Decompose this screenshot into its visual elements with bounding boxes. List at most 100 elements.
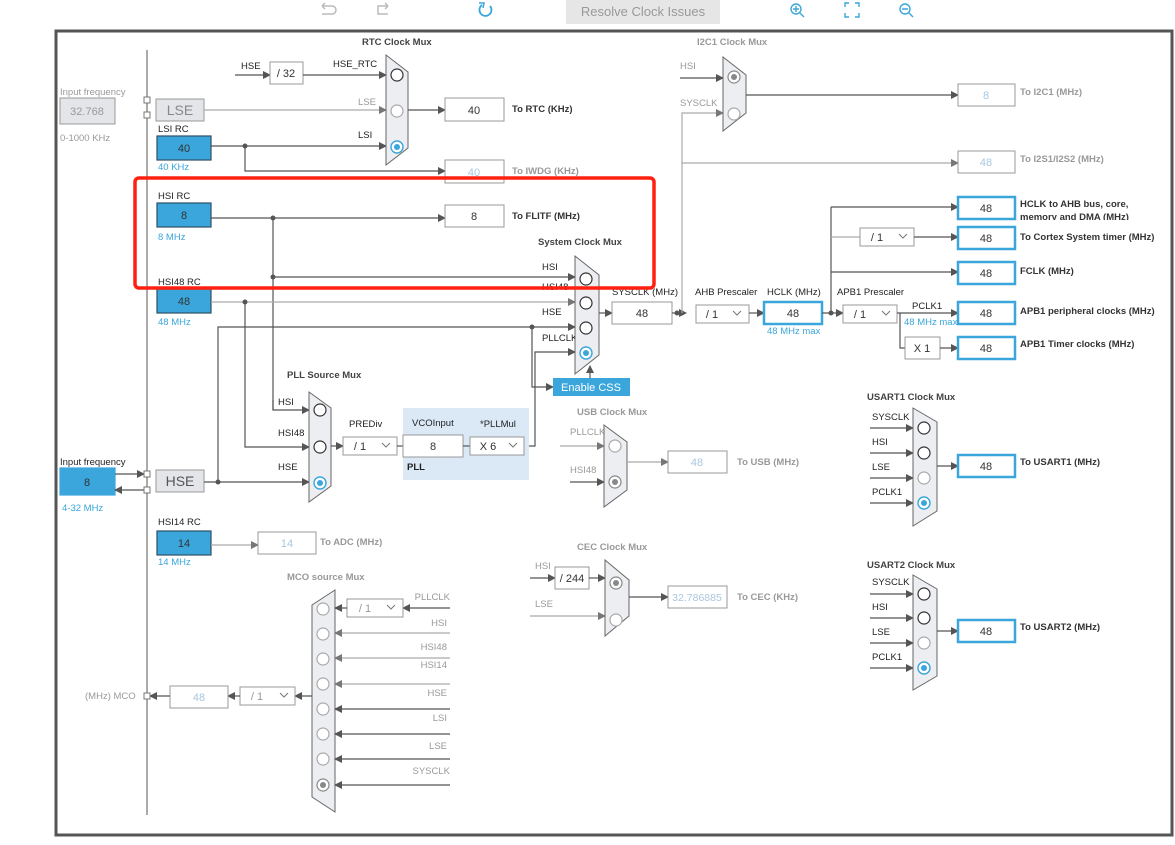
hsi14-unit: 14 MHz [158,557,191,568]
rtc-input-label: LSI [358,130,372,141]
mco-radio-hse[interactable] [316,702,330,716]
mco-input-label: LSI [433,713,447,724]
pll-radio-hsi[interactable] [313,403,327,417]
apb1-peripheral-value: 48 [980,308,992,320]
ahb-prescaler-value: / 1 [706,309,718,321]
redo-icon[interactable] [377,2,389,15]
sys-radio-hsi48[interactable] [579,296,593,310]
mco-pll-div-select[interactable]: / 1 [346,598,404,618]
pllmul-label: *PLLMul [480,419,516,430]
apb1-timer-mult-value: X 1 [914,343,931,355]
cortex-prescaler-value: / 1 [871,232,883,244]
lse-input-label: Input frequency [60,87,126,98]
apb1-peripheral-label: APB1 peripheral clocks (MHz) [1020,306,1155,317]
cortex-label: To Cortex System timer (MHz) [1020,232,1154,243]
i2c1-output-label: To I2C1 (MHz) [1020,87,1082,98]
usart1-radio-hsi[interactable] [917,446,931,460]
pll-input-label: HSE [278,462,298,473]
zoom-in-icon[interactable] [790,3,805,18]
pclk1-max: 48 MHz max [904,317,958,328]
adc-label: To ADC (MHz) [320,537,382,548]
iwdg-output-label: To IWDG (KHz) [512,166,579,177]
pll-source-mux-title: PLL Source Mux [287,370,362,381]
resolve-clock-issues-button[interactable]: Resolve Clock Issues [566,0,720,24]
usb-radio-pllclk[interactable] [608,439,622,453]
mco-radio-lsi[interactable] [316,727,330,741]
ahb-prescaler-select[interactable]: / 1 [695,304,750,324]
i2c1-radio-sysclk[interactable] [727,107,741,121]
rtc-hse-label: HSE [241,61,261,72]
prediv-select[interactable]: / 1 [342,436,398,456]
rtc-radio-hse-rtc[interactable] [390,68,404,82]
refresh-icon[interactable] [478,2,493,17]
cec-input-label: LSE [535,599,553,610]
cec-radio-lse[interactable] [609,613,623,627]
mco-radio-hsi48[interactable] [316,652,330,666]
hse-source-label: HSE [166,473,195,489]
mco-radio-hsi14[interactable] [316,677,330,691]
mco-inputs: / 1 PLLCLK HSI HSI48 HSI14 HSE LSI LSE S… [334,592,451,789]
i2s-output-label: To I2S1/I2S2 (MHz) [1020,154,1104,165]
prediv-label: PREDiv [349,419,383,430]
mco-radio-hsi[interactable] [316,627,330,641]
undo-icon[interactable] [321,2,337,15]
usart2-radio-hsi[interactable] [917,611,931,625]
cec-output-value: 32.786885 [672,592,722,604]
pllmul-value: X 6 [480,441,497,453]
usart1-radio-sysclk[interactable] [917,421,931,435]
hsi48-value: 48 [178,296,190,308]
i2s-output-value: 48 [980,157,992,169]
mco-radio-pllclk[interactable] [316,602,330,616]
sys-input-label: HSI [542,262,558,273]
usart1-input-label: PCLK1 [872,487,902,498]
prediv-value: / 1 [354,441,366,453]
usart1-radio-lse[interactable] [917,471,931,485]
rtc-mux-title: RTC Clock Mux [362,37,432,48]
usart2-input-label: SYSCLK [872,577,910,588]
cec-input-label: HSI [535,561,551,572]
rtc-radio-lse[interactable] [390,104,404,118]
hse-range: 4-32 MHz [62,503,103,514]
apb1-timer-value: 48 [980,343,992,355]
sysclk-value: 48 [636,308,648,320]
hse-pin [143,486,151,494]
usart2-input-label: LSE [872,627,890,638]
usb-input-label: PLLCLK [570,427,606,438]
sys-input-label: PLLCLK [542,333,578,344]
zoom-out-icon[interactable] [899,3,914,18]
cortex-prescaler-select[interactable]: / 1 [859,227,915,247]
mco-radio-lse[interactable] [316,752,330,766]
rtc-hse-div-value: / 32 [277,68,295,80]
usart1-input-label: LSE [872,462,890,473]
fit-icon[interactable] [844,2,860,18]
sys-radio-hse[interactable] [579,321,593,335]
hsi14-label: HSI14 RC [158,517,201,528]
sys-radio-hsi[interactable] [579,272,593,286]
hsi48-unit: 48 MHz [158,317,191,328]
enable-css-label: Enable CSS [561,382,621,394]
flitf-output-label: To FLITF (MHz) [512,211,580,222]
mco-label: (MHz) MCO [85,691,136,702]
usb-clock-mux [603,424,628,508]
pll-radio-hsi48[interactable] [313,440,327,454]
lsi-label: LSI RC [158,124,189,135]
usb-input-label: HSI48 [570,465,596,476]
pllmul-select[interactable]: X 6 [469,436,525,456]
usart2-output-value: 48 [980,626,992,638]
mco-div-select[interactable]: / 1 [239,686,296,706]
fclk-value: 48 [980,268,992,280]
usart1-input-label: SYSCLK [872,412,910,423]
rtc-output-value: 40 [468,105,480,117]
cec-div-value: / 244 [560,573,584,585]
mco-input-label: HSI [431,618,447,629]
usart1-output-label: To USART1 (MHz) [1020,457,1100,468]
hclk-value: 48 [787,308,799,320]
rtc-input-label: LSE [358,97,376,108]
usart2-radio-sysclk[interactable] [917,587,931,601]
resolve-label: Resolve Clock Issues [581,4,706,19]
usart2-radio-lse[interactable] [917,636,931,650]
cec-output-label: To CEC (KHz) [737,592,798,603]
apb1-prescaler-select[interactable]: / 1 [842,304,898,324]
lsi-value: 40 [178,143,190,155]
enable-css-button[interactable]: Enable CSS [553,378,630,396]
